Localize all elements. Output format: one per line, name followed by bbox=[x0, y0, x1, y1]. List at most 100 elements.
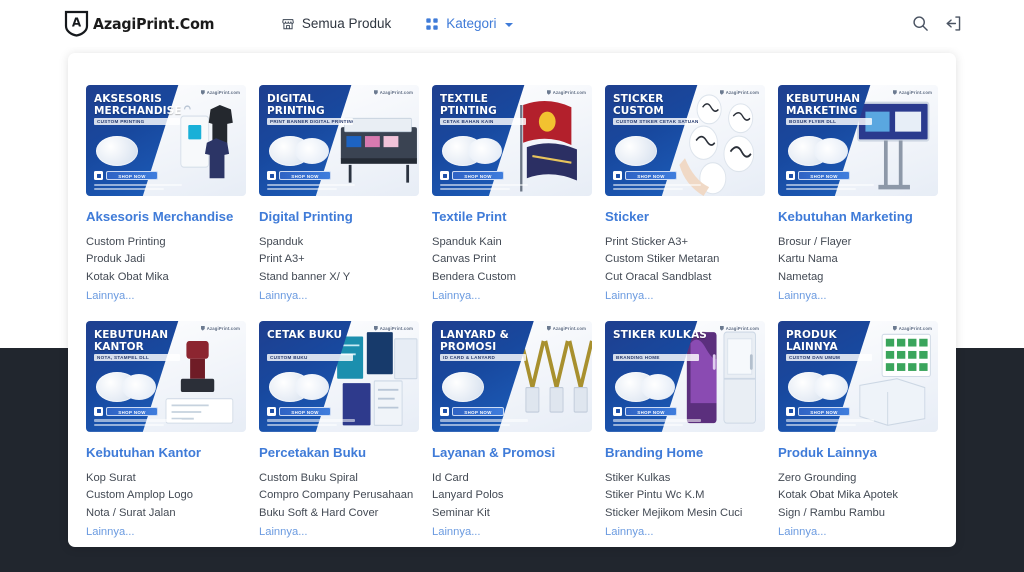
list-item[interactable]: Nametag bbox=[778, 269, 938, 287]
list-item[interactable]: Spanduk bbox=[259, 234, 419, 252]
brand-logo[interactable]: A AzagiPrint.Com bbox=[64, 10, 225, 37]
list-item[interactable]: Buku Soft & Hard Cover bbox=[259, 505, 419, 523]
category-banner[interactable]: KEBUTUHAN KANTOR NOTA, STAMPEL DLL SHOP … bbox=[86, 321, 246, 432]
banner-shop-button[interactable]: SHOP NOW bbox=[94, 171, 158, 180]
category-more-link[interactable]: Lainnya... bbox=[605, 524, 654, 542]
category-more-link[interactable]: Lainnya... bbox=[605, 288, 654, 306]
nav-item-kategori[interactable]: Kategori bbox=[425, 16, 512, 31]
shield-mini-icon bbox=[374, 326, 378, 331]
banner-logo-text: AzagiPrint.com bbox=[207, 326, 240, 331]
nav-item-semua-produk[interactable]: Semua Produk bbox=[281, 16, 391, 31]
category-item-list: Custom Buku Spiral Compro Company Perusa… bbox=[259, 470, 419, 523]
list-item[interactable]: Stand banner X/ Y bbox=[259, 269, 419, 287]
list-item[interactable]: Brosur / Flayer bbox=[778, 234, 938, 252]
list-item[interactable]: Compro Company Perusahaan bbox=[259, 487, 419, 505]
banner-shop-button[interactable]: SHOP NOW bbox=[786, 171, 850, 180]
list-item[interactable]: Kotak Obat Mika bbox=[86, 269, 246, 287]
banner-shop-button[interactable]: SHOP NOW bbox=[440, 407, 504, 416]
header-actions bbox=[912, 0, 962, 47]
list-item[interactable]: Custom Amplop Logo bbox=[86, 487, 246, 505]
category-title[interactable]: Produk Lainnya bbox=[778, 445, 938, 461]
category-item-list: Spanduk Print A3+ Stand banner X/ Y bbox=[259, 234, 419, 287]
list-item[interactable]: Id Card bbox=[432, 470, 592, 488]
login-icon[interactable] bbox=[945, 15, 962, 32]
category-title[interactable]: Kebutuhan Kantor bbox=[86, 445, 246, 461]
banner-shop-button[interactable]: SHOP NOW bbox=[267, 171, 331, 180]
category-title[interactable]: Digital Printing bbox=[259, 209, 419, 225]
category-title[interactable]: Branding Home bbox=[605, 445, 765, 461]
category-title[interactable]: Percetakan Buku bbox=[259, 445, 419, 461]
banner-shop-button[interactable]: SHOP NOW bbox=[267, 407, 331, 416]
list-item[interactable]: Custom Stiker Metaran bbox=[605, 251, 765, 269]
search-icon[interactable] bbox=[912, 15, 929, 32]
list-item[interactable]: Spanduk Kain bbox=[432, 234, 592, 252]
banner-shop-button[interactable]: SHOP NOW bbox=[440, 171, 504, 180]
banner-watermark-logo: AzagiPrint.com bbox=[893, 90, 932, 95]
list-item[interactable]: Kop Surat bbox=[86, 470, 246, 488]
category-more-link[interactable]: Lainnya... bbox=[86, 288, 135, 306]
banner-shop-button[interactable]: SHOP NOW bbox=[613, 171, 677, 180]
nav-item-label: Semua Produk bbox=[302, 16, 391, 31]
category-title[interactable]: Sticker bbox=[605, 209, 765, 225]
list-item[interactable]: Stiker Kulkas bbox=[605, 470, 765, 488]
category-banner[interactable]: CETAK BUKU CUSTOM BUKU SHOP NOW AzagiPri… bbox=[259, 321, 419, 432]
category-card: STIKER KULKAS BRANDING HOME SHOP NOW Aza… bbox=[605, 321, 765, 542]
banner-button-label: SHOP NOW bbox=[452, 407, 504, 416]
banner-button-label: SHOP NOW bbox=[625, 407, 677, 416]
category-banner[interactable]: STICKER CUSTOM CUSTOM STIKER CETAK SATUA… bbox=[605, 85, 765, 196]
banner-shop-button[interactable]: SHOP NOW bbox=[94, 407, 158, 416]
category-banner[interactable]: KEBUTUHAN MARKETING BOSUR FLYER DLL SHOP… bbox=[778, 85, 938, 196]
category-title[interactable]: Aksesoris Merchandise bbox=[86, 209, 246, 225]
banner-shop-button[interactable]: SHOP NOW bbox=[786, 407, 850, 416]
list-item[interactable]: Custom Buku Spiral bbox=[259, 470, 419, 488]
list-item[interactable]: Bendera Custom bbox=[432, 269, 592, 287]
banner-shop-button[interactable]: SHOP NOW bbox=[613, 407, 677, 416]
category-more-link[interactable]: Lainnya... bbox=[778, 524, 827, 542]
list-item[interactable]: Produk Jadi bbox=[86, 251, 246, 269]
category-title[interactable]: Layanan & Promosi bbox=[432, 445, 592, 461]
banner-watermark-logo: AzagiPrint.com bbox=[201, 90, 240, 95]
list-item[interactable]: Sign / Rambu Rambu bbox=[778, 505, 938, 523]
category-more-link[interactable]: Lainnya... bbox=[432, 288, 481, 306]
list-item[interactable]: Canvas Print bbox=[432, 251, 592, 269]
banner-watermark-logo: AzagiPrint.com bbox=[374, 90, 413, 95]
banner-thumbnail bbox=[788, 136, 830, 166]
banner-thumbnail bbox=[269, 372, 311, 402]
category-banner[interactable]: PRODUK LAINNYA CUSTOM DAN UMUM SHOP NOW … bbox=[778, 321, 938, 432]
category-title[interactable]: Kebutuhan Marketing bbox=[778, 209, 938, 225]
list-item[interactable]: Print Sticker A3+ bbox=[605, 234, 765, 252]
list-item[interactable]: Kartu Nama bbox=[778, 251, 938, 269]
category-more-link[interactable]: Lainnya... bbox=[432, 524, 481, 542]
banner-button-label: SHOP NOW bbox=[798, 171, 850, 180]
category-banner[interactable]: TEXTILE PTINTING CETAK BAHAN KAIN SHOP N… bbox=[432, 85, 592, 196]
category-title[interactable]: Textile Print bbox=[432, 209, 592, 225]
list-item[interactable]: Sticker Mejikom Mesin Cuci bbox=[605, 505, 765, 523]
list-item[interactable]: Zero Grounding bbox=[778, 470, 938, 488]
banner-watermark-logo: AzagiPrint.com bbox=[374, 326, 413, 331]
list-item[interactable]: Custom Printing bbox=[86, 234, 246, 252]
banner-title: AKSESORIS MERCHANDISE bbox=[94, 94, 193, 118]
category-banner[interactable]: DIGITAL PRINTING PRINT BANNER DIGITAL PR… bbox=[259, 85, 419, 196]
list-item[interactable]: Lanyard Polos bbox=[432, 487, 592, 505]
category-card: KEBUTUHAN MARKETING BOSUR FLYER DLL SHOP… bbox=[778, 85, 938, 306]
cart-icon bbox=[440, 171, 449, 180]
list-item[interactable]: Cut Oracal Sandblast bbox=[605, 269, 765, 287]
list-item[interactable]: Kotak Obat Mika Apotek bbox=[778, 487, 938, 505]
banner-subtitle: ID CARD & LANYARD bbox=[440, 354, 526, 361]
banner-subtitle: PRINT BANNER DIGITAL PRINTING bbox=[267, 118, 353, 125]
category-more-link[interactable]: Lainnya... bbox=[259, 524, 308, 542]
banner-thumbnail bbox=[442, 136, 484, 166]
cart-icon bbox=[440, 407, 449, 416]
category-more-link[interactable]: Lainnya... bbox=[86, 524, 135, 542]
list-item[interactable]: Print A3+ bbox=[259, 251, 419, 269]
category-more-link[interactable]: Lainnya... bbox=[778, 288, 827, 306]
category-more-link[interactable]: Lainnya... bbox=[259, 288, 308, 306]
list-item[interactable]: Nota / Surat Jalan bbox=[86, 505, 246, 523]
list-item[interactable]: Seminar Kit bbox=[432, 505, 592, 523]
category-banner[interactable]: LANYARD & PROMOSI ID CARD & LANYARD SHOP… bbox=[432, 321, 592, 432]
list-item[interactable]: Stiker Pintu Wc K.M bbox=[605, 487, 765, 505]
category-banner[interactable]: STIKER KULKAS BRANDING HOME SHOP NOW Aza… bbox=[605, 321, 765, 432]
banner-subtitle: NOTA, STAMPEL DLL bbox=[94, 354, 180, 361]
category-banner[interactable]: AKSESORIS MERCHANDISE CUSTOM PRINTING SH… bbox=[86, 85, 246, 196]
shield-mini-icon bbox=[201, 326, 205, 331]
